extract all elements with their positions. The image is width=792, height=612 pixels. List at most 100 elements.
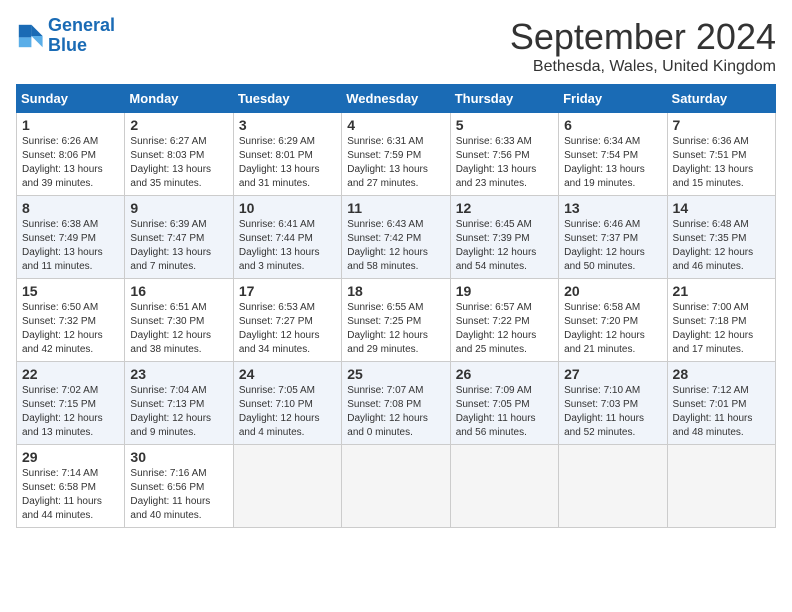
title-area: September 2024 Bethesda, Wales, United K…	[510, 16, 776, 76]
day-number: 9	[130, 200, 227, 216]
calendar-cell: 2 Sunrise: 6:27 AMSunset: 8:03 PMDaylight…	[125, 113, 233, 196]
day-info: Sunrise: 6:53 AMSunset: 7:27 PMDaylight:…	[239, 301, 336, 357]
calendar-table: SundayMondayTuesdayWednesdayThursdayFrid…	[16, 84, 776, 528]
day-info: Sunrise: 7:14 AMSunset: 6:58 PMDaylight:…	[22, 467, 119, 523]
day-number: 18	[347, 283, 444, 299]
calendar-cell: 21Sunrise: 7:00 AMSunset: 7:18 PMDayligh…	[667, 279, 775, 362]
day-info: Sunrise: 6:58 AMSunset: 7:20 PMDaylight:…	[564, 301, 661, 357]
day-number: 23	[130, 366, 227, 382]
calendar-cell: 28Sunrise: 7:12 AMSunset: 7:01 PMDayligh…	[667, 362, 775, 445]
calendar-cell: 10Sunrise: 6:41 AMSunset: 7:44 PMDayligh…	[233, 196, 341, 279]
header-saturday: Saturday	[667, 85, 775, 113]
logo: General Blue	[16, 16, 115, 56]
day-info: Sunrise: 7:12 AMSunset: 7:01 PMDaylight:…	[673, 384, 770, 440]
day-info: Sunrise: 7:02 AMSunset: 7:15 PMDaylight:…	[22, 384, 119, 440]
day-number: 22	[22, 366, 119, 382]
day-number: 11	[347, 200, 444, 216]
calendar-cell: 8Sunrise: 6:38 AMSunset: 7:49 PMDaylight…	[17, 196, 125, 279]
day-number: 24	[239, 366, 336, 382]
day-number: 25	[347, 366, 444, 382]
day-info: Sunrise: 6:27 AMSunset: 8:03 PMDaylight:…	[130, 135, 227, 191]
day-number: 26	[456, 366, 553, 382]
calendar-cell	[233, 445, 341, 528]
calendar-cell: 3 Sunrise: 6:29 AMSunset: 8:01 PMDaylight…	[233, 113, 341, 196]
day-info: Sunrise: 6:31 AMSunset: 7:59 PMDaylight:…	[347, 135, 444, 191]
day-number: 3	[239, 117, 336, 133]
calendar-cell: 9 Sunrise: 6:39 AMSunset: 7:47 PMDaylight…	[125, 196, 233, 279]
calendar-cell	[342, 445, 450, 528]
day-info: Sunrise: 6:41 AMSunset: 7:44 PMDaylight:…	[239, 218, 336, 274]
calendar-cell: 15Sunrise: 6:50 AMSunset: 7:32 PMDayligh…	[17, 279, 125, 362]
day-info: Sunrise: 6:46 AMSunset: 7:37 PMDaylight:…	[564, 218, 661, 274]
calendar-cell: 26 Sunrise: 7:09 AMSunset: 7:05 PMDayligh…	[450, 362, 558, 445]
day-info: Sunrise: 6:36 AMSunset: 7:51 PMDaylight:…	[673, 135, 770, 191]
day-info: Sunrise: 7:09 AMSunset: 7:05 PMDaylight:…	[456, 384, 553, 440]
calendar-cell: 16Sunrise: 6:51 AMSunset: 7:30 PMDayligh…	[125, 279, 233, 362]
calendar-cell: 19Sunrise: 6:57 AMSunset: 7:22 PMDayligh…	[450, 279, 558, 362]
day-info: Sunrise: 6:34 AMSunset: 7:54 PMDaylight:…	[564, 135, 661, 191]
day-number: 20	[564, 283, 661, 299]
day-info: Sunrise: 6:48 AMSunset: 7:35 PMDaylight:…	[673, 218, 770, 274]
day-number: 14	[673, 200, 770, 216]
month-title: September 2024	[510, 16, 776, 58]
day-info: Sunrise: 7:05 AMSunset: 7:10 PMDaylight:…	[239, 384, 336, 440]
day-number: 5	[456, 117, 553, 133]
calendar-cell: 12 Sunrise: 6:45 AMSunset: 7:39 PMDayligh…	[450, 196, 558, 279]
header-tuesday: Tuesday	[233, 85, 341, 113]
calendar-cell: 1 Sunrise: 6:26 AMSunset: 8:06 PMDaylight…	[17, 113, 125, 196]
day-number: 7	[673, 117, 770, 133]
week-row-1: 1 Sunrise: 6:26 AMSunset: 8:06 PMDaylight…	[17, 113, 776, 196]
day-number: 16	[130, 283, 227, 299]
calendar-cell: 22 Sunrise: 7:02 AMSunset: 7:15 PMDayligh…	[17, 362, 125, 445]
calendar-cell: 6 Sunrise: 6:34 AMSunset: 7:54 PMDaylight…	[559, 113, 667, 196]
calendar-cell: 17 Sunrise: 6:53 AMSunset: 7:27 PMDayligh…	[233, 279, 341, 362]
header: General Blue September 2024 Bethesda, Wa…	[16, 16, 776, 76]
day-info: Sunrise: 7:04 AMSunset: 7:13 PMDaylight:…	[130, 384, 227, 440]
day-info: Sunrise: 6:26 AMSunset: 8:06 PMDaylight:…	[22, 135, 119, 191]
header-thursday: Thursday	[450, 85, 558, 113]
day-number: 4	[347, 117, 444, 133]
day-number: 12	[456, 200, 553, 216]
day-info: Sunrise: 6:45 AMSunset: 7:39 PMDaylight:…	[456, 218, 553, 274]
calendar-cell: 29Sunrise: 7:14 AMSunset: 6:58 PMDayligh…	[17, 445, 125, 528]
calendar-cell	[667, 445, 775, 528]
logo-icon	[16, 22, 44, 50]
day-info: Sunrise: 6:55 AMSunset: 7:25 PMDaylight:…	[347, 301, 444, 357]
day-info: Sunrise: 7:16 AMSunset: 6:56 PMDaylight:…	[130, 467, 227, 523]
day-number: 30	[130, 449, 227, 465]
day-number: 17	[239, 283, 336, 299]
calendar-cell: 14 Sunrise: 6:48 AMSunset: 7:35 PMDayligh…	[667, 196, 775, 279]
calendar-cell: 24 Sunrise: 7:05 AMSunset: 7:10 PMDayligh…	[233, 362, 341, 445]
calendar-cell: 13 Sunrise: 6:46 AMSunset: 7:37 PMDayligh…	[559, 196, 667, 279]
logo-text-line1: General	[48, 16, 115, 36]
week-row-3: 15Sunrise: 6:50 AMSunset: 7:32 PMDayligh…	[17, 279, 776, 362]
header-sunday: Sunday	[17, 85, 125, 113]
week-row-4: 22 Sunrise: 7:02 AMSunset: 7:15 PMDayligh…	[17, 362, 776, 445]
calendar-cell	[559, 445, 667, 528]
day-info: Sunrise: 6:33 AMSunset: 7:56 PMDaylight:…	[456, 135, 553, 191]
location: Bethesda, Wales, United Kingdom	[510, 58, 776, 76]
day-info: Sunrise: 6:39 AMSunset: 7:47 PMDaylight:…	[130, 218, 227, 274]
day-info: Sunrise: 6:50 AMSunset: 7:32 PMDaylight:…	[22, 301, 119, 357]
calendar-cell: 18 Sunrise: 6:55 AMSunset: 7:25 PMDayligh…	[342, 279, 450, 362]
week-row-2: 8Sunrise: 6:38 AMSunset: 7:49 PMDaylight…	[17, 196, 776, 279]
calendar-cell: 4 Sunrise: 6:31 AMSunset: 7:59 PMDaylight…	[342, 113, 450, 196]
calendar-cell: 23 Sunrise: 7:04 AMSunset: 7:13 PMDayligh…	[125, 362, 233, 445]
calendar-cell: 11 Sunrise: 6:43 AMSunset: 7:42 PMDayligh…	[342, 196, 450, 279]
day-info: Sunrise: 6:57 AMSunset: 7:22 PMDaylight:…	[456, 301, 553, 357]
day-number: 2	[130, 117, 227, 133]
calendar-cell: 5 Sunrise: 6:33 AMSunset: 7:56 PMDaylight…	[450, 113, 558, 196]
day-info: Sunrise: 7:00 AMSunset: 7:18 PMDaylight:…	[673, 301, 770, 357]
day-number: 1	[22, 117, 119, 133]
day-info: Sunrise: 6:29 AMSunset: 8:01 PMDaylight:…	[239, 135, 336, 191]
calendar-cell: 7 Sunrise: 6:36 AMSunset: 7:51 PMDaylight…	[667, 113, 775, 196]
logo-text-line2: Blue	[48, 36, 115, 56]
day-info: Sunrise: 6:43 AMSunset: 7:42 PMDaylight:…	[347, 218, 444, 274]
day-info: Sunrise: 7:10 AMSunset: 7:03 PMDaylight:…	[564, 384, 661, 440]
day-number: 13	[564, 200, 661, 216]
week-row-5: 29Sunrise: 7:14 AMSunset: 6:58 PMDayligh…	[17, 445, 776, 528]
header-monday: Monday	[125, 85, 233, 113]
calendar-cell: 25Sunrise: 7:07 AMSunset: 7:08 PMDayligh…	[342, 362, 450, 445]
calendar-cell: 30 Sunrise: 7:16 AMSunset: 6:56 PMDayligh…	[125, 445, 233, 528]
day-number: 6	[564, 117, 661, 133]
